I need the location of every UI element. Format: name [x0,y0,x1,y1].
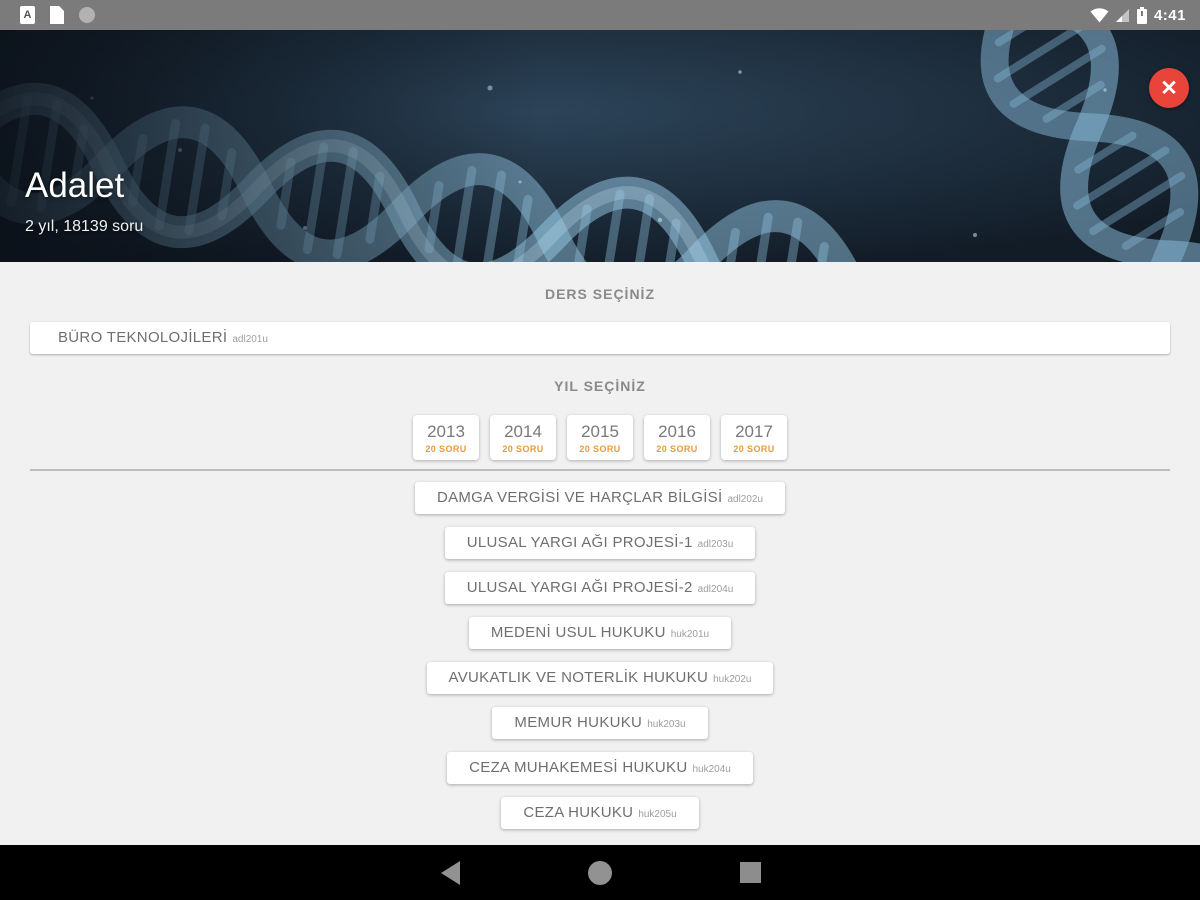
year-button[interactable]: 2013 20 SORU [413,415,479,460]
program-header: Adalet 2 yıl, 18139 soru ✕ [0,30,1200,262]
year-list: 2013 20 SORU 2014 20 SORU 2015 20 SORU 2… [0,415,1200,460]
course-list: DAMGA VERGİSİ VE HARÇLAR BİLGİSİ adl202u… [0,482,1200,829]
app-screen: A 4:41 Adalet 2 yıl, 18139 soru ✕ DERS S… [0,0,1200,900]
clock: 4:41 [1153,6,1186,24]
program-title: Adalet [25,166,125,205]
course-name: DAMGA VERGİSİ VE HARÇLAR BİLGİSİ [436,489,723,506]
course-code: adl203u [697,539,734,550]
course-button[interactable]: AVUKATLIK VE NOTERLİK HUKUKU huk202u [426,662,774,694]
close-button[interactable]: ✕ [1149,68,1189,108]
year-button[interactable]: 2015 20 SORU [567,415,633,460]
course-button[interactable]: ULUSAL YARGI AĞI PROJESİ-2 adl204u [444,572,756,604]
selected-course-name: BÜRO TEKNOLOJİLERİ [58,329,228,346]
course-code: huk203u [647,719,686,730]
year-label: 2017 [735,422,773,441]
status-bar-system: 4:41 [1090,6,1186,24]
year-question-count: 20 SORU [733,444,775,454]
course-select-label: DERS SEÇİNİZ [544,286,655,302]
course-code: huk201u [670,629,710,640]
circle-icon [79,7,95,23]
divider [30,469,1170,471]
course-name: ULUSAL YARGI AĞI PROJESİ-1 [466,534,693,551]
year-button[interactable]: 2017 20 SORU [721,415,787,460]
selected-course-code: adl201u [232,334,268,345]
course-code: huk204u [692,764,731,775]
year-label: 2015 [581,422,619,441]
close-icon: ✕ [1160,76,1178,100]
course-button[interactable]: DAMGA VERGİSİ VE HARÇLAR BİLGİSİ adl202u [414,482,786,514]
year-label: 2014 [504,422,542,441]
recents-icon[interactable] [739,862,761,883]
a-badge-icon: A [20,6,35,24]
selected-course-button[interactable]: BÜRO TEKNOLOJİLERİ adl201u [30,322,1170,354]
status-bar: A 4:41 [0,0,1200,30]
android-nav-bar [0,845,1200,900]
course-code: adl202u [727,494,764,505]
course-code: adl204u [697,584,734,595]
year-button[interactable]: 2014 20 SORU [490,415,556,460]
course-code: huk202u [713,674,752,685]
course-button[interactable]: MEDENİ USUL HUKUKU huk201u [468,617,732,649]
year-label: 2013 [427,422,465,441]
course-name: ULUSAL YARGI AĞI PROJESİ-2 [466,579,693,596]
content-area: DERS SEÇİNİZ BÜRO TEKNOLOJİLERİ adl201u … [0,262,1200,845]
course-name: CEZA MUHAKEMESİ HUKUKU [469,759,688,776]
year-question-count: 20 SORU [425,444,467,454]
year-question-count: 20 SORU [502,444,544,454]
year-label: 2016 [658,422,696,441]
program-subtitle: 2 yıl, 18139 soru [25,218,144,235]
back-icon[interactable] [440,860,460,885]
course-button[interactable]: CEZA HUKUKU huk205u [501,797,699,829]
course-button[interactable]: CEZA MUHAKEMESİ HUKUKU huk204u [447,752,753,784]
course-name: CEZA HUKUKU [523,804,634,821]
wifi-icon [1090,7,1109,22]
course-code: huk205u [638,809,677,820]
year-select-label: YIL SEÇİNİZ [554,378,646,394]
year-button[interactable]: 2016 20 SORU [644,415,710,460]
course-button[interactable]: MEMUR HUKUKU huk203u [492,707,708,739]
course-button[interactable]: ULUSAL YARGI AĞI PROJESİ-1 adl203u [444,527,756,559]
dna-background-image [0,30,1200,262]
status-bar-notifications: A [14,6,95,24]
year-question-count: 20 SORU [656,444,698,454]
signal-icon [1115,8,1129,22]
home-icon[interactable] [588,860,612,885]
battery-icon [1136,6,1147,24]
course-name: AVUKATLIK VE NOTERLİK HUKUKU [448,669,709,686]
year-question-count: 20 SORU [579,444,621,454]
course-name: MEDENİ USUL HUKUKU [490,624,666,641]
document-icon [50,6,64,24]
course-name: MEMUR HUKUKU [514,714,643,731]
